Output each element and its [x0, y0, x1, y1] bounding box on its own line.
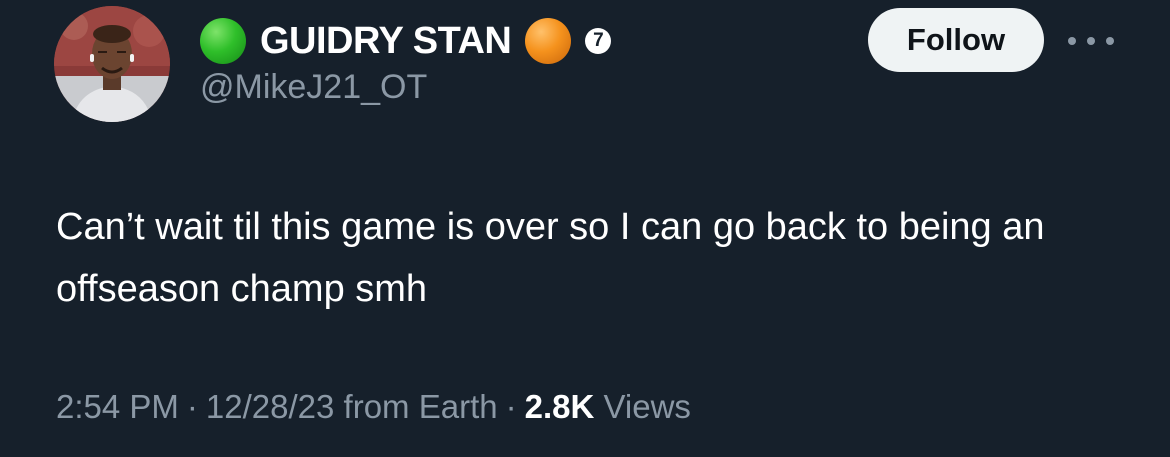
green-circle-icon [200, 18, 246, 64]
author-handle[interactable]: @MikeJ21_OT [200, 68, 427, 107]
tweet-source: from Earth [343, 388, 498, 425]
views-count[interactable]: 2.8K [525, 388, 595, 425]
avatar[interactable] [54, 6, 170, 122]
number-badge-icon: 7 [585, 28, 612, 54]
tweet-text: Can’t wait til this game is over so I ca… [56, 206, 1045, 310]
more-horizontal-icon[interactable] [1068, 28, 1114, 54]
author-name-row[interactable]: GUIDRY STAN 7 [200, 18, 612, 64]
meta-separator: · [505, 388, 517, 425]
more-dot [1087, 37, 1095, 45]
meta-separator: · [186, 388, 198, 425]
more-dot [1068, 37, 1076, 45]
tweet-time[interactable]: 2:54 PM [56, 388, 179, 425]
orange-circle-icon [525, 18, 572, 64]
tweet-meta: 2:54 PM · 12/28/23 from Earth · 2.8K Views [56, 388, 691, 426]
more-dot [1106, 37, 1114, 45]
avatar-photo [54, 6, 170, 122]
follow-button[interactable]: Follow [868, 8, 1044, 72]
tweet-date[interactable]: 12/28/23 [206, 388, 334, 425]
views-label: Views [603, 388, 691, 425]
display-name[interactable]: GUIDRY STAN [260, 20, 512, 63]
